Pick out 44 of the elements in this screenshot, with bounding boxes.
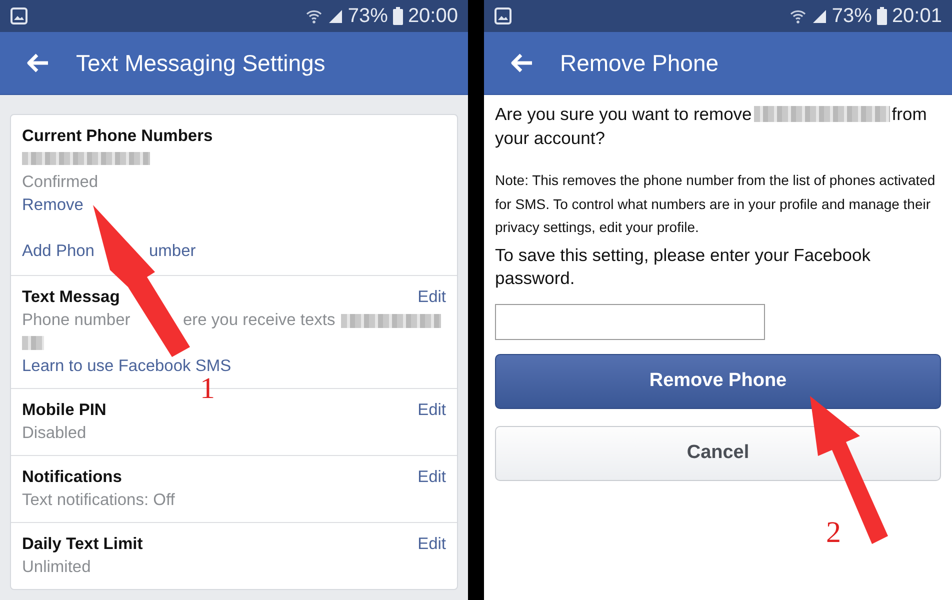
wifi-icon [790, 8, 806, 24]
clock-time: 20:01 [892, 4, 942, 28]
phone-status: Confirmed [22, 172, 100, 193]
screen-title: Text Messaging Settings [76, 50, 326, 76]
battery-icon [392, 7, 403, 25]
image-icon [494, 7, 512, 25]
setting-description: ere you receive texts [183, 310, 336, 331]
password-field[interactable] [495, 304, 765, 340]
question-text: your account? [495, 127, 605, 150]
setting-description: Unlimited [22, 557, 91, 578]
clock-time: 20:00 [408, 4, 458, 28]
section-title: Current Phone Numbers [22, 126, 214, 147]
wifi-icon [306, 8, 322, 24]
back-arrow-icon[interactable] [26, 53, 50, 73]
battery-percent: 73% [832, 4, 872, 28]
cancel-button[interactable]: Cancel [495, 426, 941, 480]
battery-icon [876, 7, 887, 25]
question-text: Are you sure you want to remove [495, 103, 752, 126]
note-text: Note: This removes the phone number from the list of phones activated for SMS. To control what numbers are in your profile and manage their privacy settings, edit your profile. [495, 171, 936, 237]
section-title: Notifications [22, 467, 122, 488]
setting-description: Text notifications: Off [22, 490, 175, 511]
setting-description: Disabled [22, 423, 86, 444]
add-phone-link[interactable]: Add Phon [22, 240, 149, 263]
step-number: 2 [826, 518, 841, 548]
setting-description: Phone number [22, 310, 132, 331]
signal-icon [326, 8, 343, 24]
edit-link[interactable]: Edit [418, 399, 446, 422]
section-title: Mobile PIN [22, 400, 106, 421]
password-prompt: To save this setting, please enter your Facebook password. [495, 244, 872, 290]
edit-link[interactable]: Edit [418, 533, 446, 556]
section-title: Text Messag [22, 287, 120, 308]
back-arrow-icon[interactable] [510, 53, 534, 73]
screen-title: Remove Phone [560, 50, 719, 76]
remove-phone-button[interactable]: Remove Phone [495, 354, 941, 408]
battery-percent: 73% [348, 4, 388, 28]
section-title: Daily Text Limit [22, 534, 143, 555]
redacted-number [22, 336, 44, 350]
add-phone-link[interactable]: umber [149, 240, 196, 263]
edit-link[interactable]: Edit [418, 466, 446, 489]
signal-icon [810, 8, 827, 24]
remove-link[interactable]: Remove [22, 194, 446, 217]
image-icon [10, 7, 28, 25]
edit-link[interactable]: Edit [418, 286, 446, 309]
question-text: from [892, 103, 927, 126]
